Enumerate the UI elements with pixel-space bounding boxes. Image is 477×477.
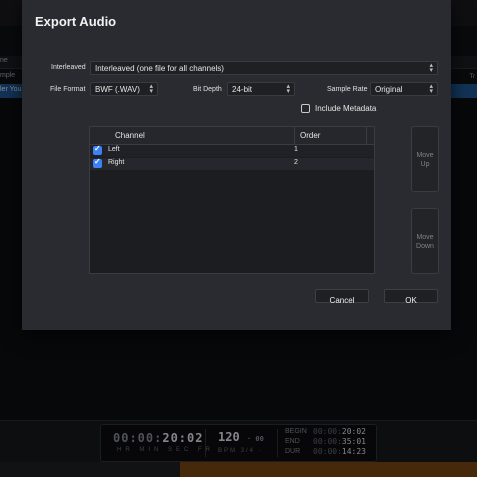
bit-depth-label: Bit Depth xyxy=(193,86,222,93)
dialog-title: Export Audio xyxy=(35,14,117,29)
channel-checkbox[interactable]: ✓ xyxy=(93,157,102,168)
channel-table-header: Channel Order xyxy=(90,127,374,145)
updown-chevron-icon: ▴ ▾ xyxy=(429,62,433,74)
interleaved-select-value: Interleaved (one file for all channels) xyxy=(95,64,224,73)
updown-chevron-icon: ▴ ▾ xyxy=(149,83,153,95)
channel-table: Channel Order ✓ Left 1 ✓ Right 2 xyxy=(89,126,375,274)
order-column-header[interactable]: Order xyxy=(300,131,320,140)
channel-checkbox[interactable]: ✓ xyxy=(93,144,102,155)
channel-name: Left xyxy=(108,146,120,153)
move-down-button[interactable]: Move Down xyxy=(411,208,439,274)
bit-depth-select-value: 24-bit xyxy=(232,85,253,94)
include-metadata-checkbox[interactable] xyxy=(301,104,310,113)
sample-rate-select-value: Original xyxy=(375,85,403,94)
file-format-select[interactable]: BWF (.WAV) ▴ ▾ xyxy=(90,82,158,96)
interleaved-label: Interleaved xyxy=(51,64,86,71)
checkmark-icon: ✓ xyxy=(94,157,101,166)
bit-depth-select[interactable]: 24-bit ▴ ▾ xyxy=(227,82,295,96)
channel-order: 2 xyxy=(294,159,298,166)
move-down-label-line2: Down xyxy=(416,243,434,250)
include-metadata-label[interactable]: Include Metadata xyxy=(315,104,376,113)
move-up-button[interactable]: Move Up xyxy=(411,126,439,192)
checkmark-icon: ✓ xyxy=(94,144,101,153)
channel-column-header[interactable]: Channel xyxy=(115,131,145,140)
move-up-label-line2: Up xyxy=(420,161,430,168)
export-audio-dialog: Export Audio Interleaved Interleaved (on… xyxy=(22,0,451,330)
cancel-button[interactable]: Cancel xyxy=(315,289,369,305)
file-format-label: File Format xyxy=(50,86,86,93)
sample-rate-select[interactable]: Original ▴ ▾ xyxy=(370,82,438,96)
updown-chevron-icon: ▴ ▾ xyxy=(429,83,433,95)
ok-button-label: OK xyxy=(405,296,417,305)
cancel-button-label: Cancel xyxy=(329,296,355,305)
ok-button[interactable]: OK xyxy=(384,289,438,305)
table-row[interactable]: ✓ Right 2 xyxy=(90,157,374,170)
channel-order: 1 xyxy=(294,146,298,153)
interleaved-select[interactable]: Interleaved (one file for all channels) … xyxy=(90,61,438,75)
updown-chevron-icon: ▴ ▾ xyxy=(286,83,290,95)
table-row[interactable]: ✓ Left 1 xyxy=(90,144,374,157)
column-divider xyxy=(294,127,295,144)
column-divider xyxy=(366,127,367,144)
channel-name: Right xyxy=(108,159,125,166)
file-format-select-value: BWF (.WAV) xyxy=(95,85,140,94)
sample-rate-label: Sample Rate xyxy=(327,86,368,93)
